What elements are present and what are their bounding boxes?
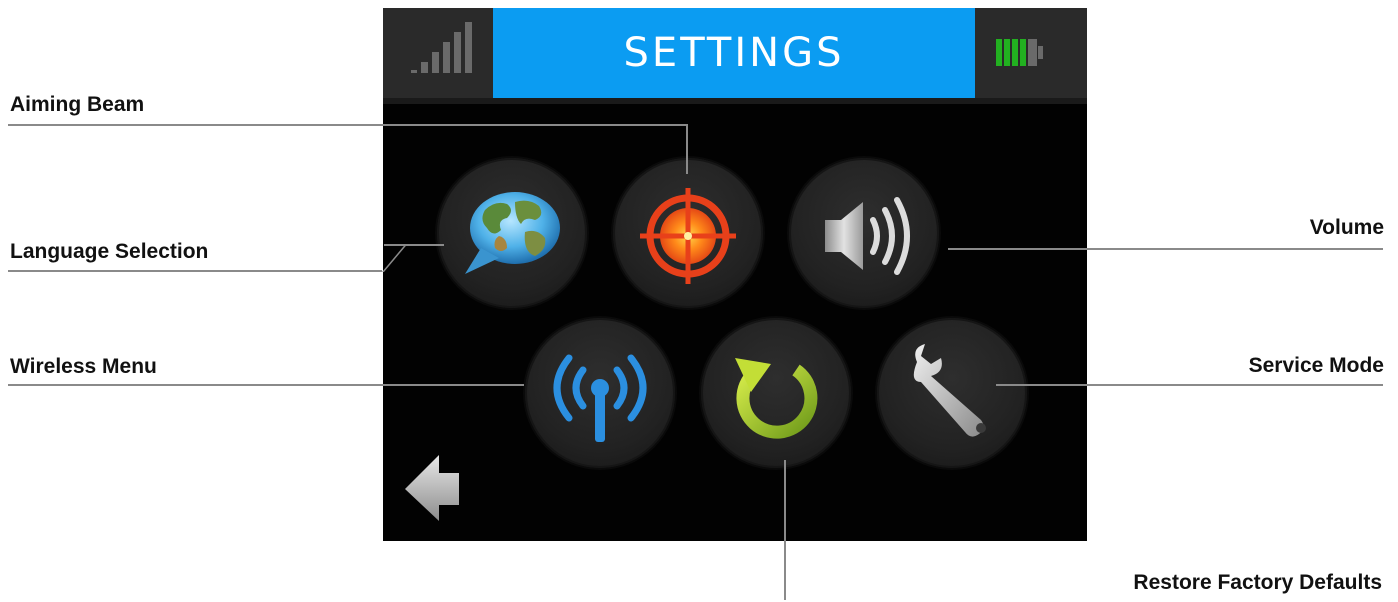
antenna-icon: [553, 354, 647, 442]
back-arrow-icon[interactable]: [403, 453, 463, 523]
volume-button[interactable]: [789, 158, 939, 308]
battery-indicator: [975, 8, 1087, 98]
callout-line-language: [8, 270, 382, 272]
callout-line-restore: [784, 460, 786, 600]
callout-label-aiming-beam: Aiming Beam: [10, 93, 145, 116]
callout-label-volume: Volume: [1309, 216, 1384, 239]
callout-line-wireless: [8, 384, 524, 386]
refresh-icon: [735, 358, 818, 439]
top-bar: SETTINGS: [383, 8, 1087, 98]
battery-icon: [996, 39, 1043, 66]
callout-line-aiming-drop: [686, 124, 688, 174]
service-mode-button[interactable]: [877, 318, 1027, 468]
language-selection-button[interactable]: [437, 158, 587, 308]
signal-bars-icon: [411, 22, 472, 73]
signal-strength-indicator: [383, 8, 493, 98]
restore-factory-defaults-button[interactable]: [701, 318, 851, 468]
callout-label-service-mode: Service Mode: [1248, 354, 1384, 377]
callout-label-wireless-menu: Wireless Menu: [10, 355, 157, 378]
crosshair-icon: [640, 188, 736, 284]
device-screen: SETTINGS: [383, 8, 1087, 541]
globe-speech-icon: [465, 192, 560, 274]
callout-line-service: [996, 384, 1383, 386]
callout-label-restore-factory-defaults: Restore Factory Defaults: [1133, 571, 1382, 594]
aiming-beam-button[interactable]: [613, 158, 763, 308]
wireless-menu-button[interactable]: [525, 318, 675, 468]
header-divider: [383, 98, 1087, 104]
callout-line-language-end: [384, 244, 444, 246]
page-title: SETTINGS: [493, 8, 975, 98]
callout-line-volume: [948, 248, 1383, 250]
callout-line-aiming: [8, 124, 688, 126]
callout-label-language-selection: Language Selection: [10, 240, 209, 263]
wrench-icon: [913, 344, 986, 437]
speaker-icon: [825, 197, 910, 275]
